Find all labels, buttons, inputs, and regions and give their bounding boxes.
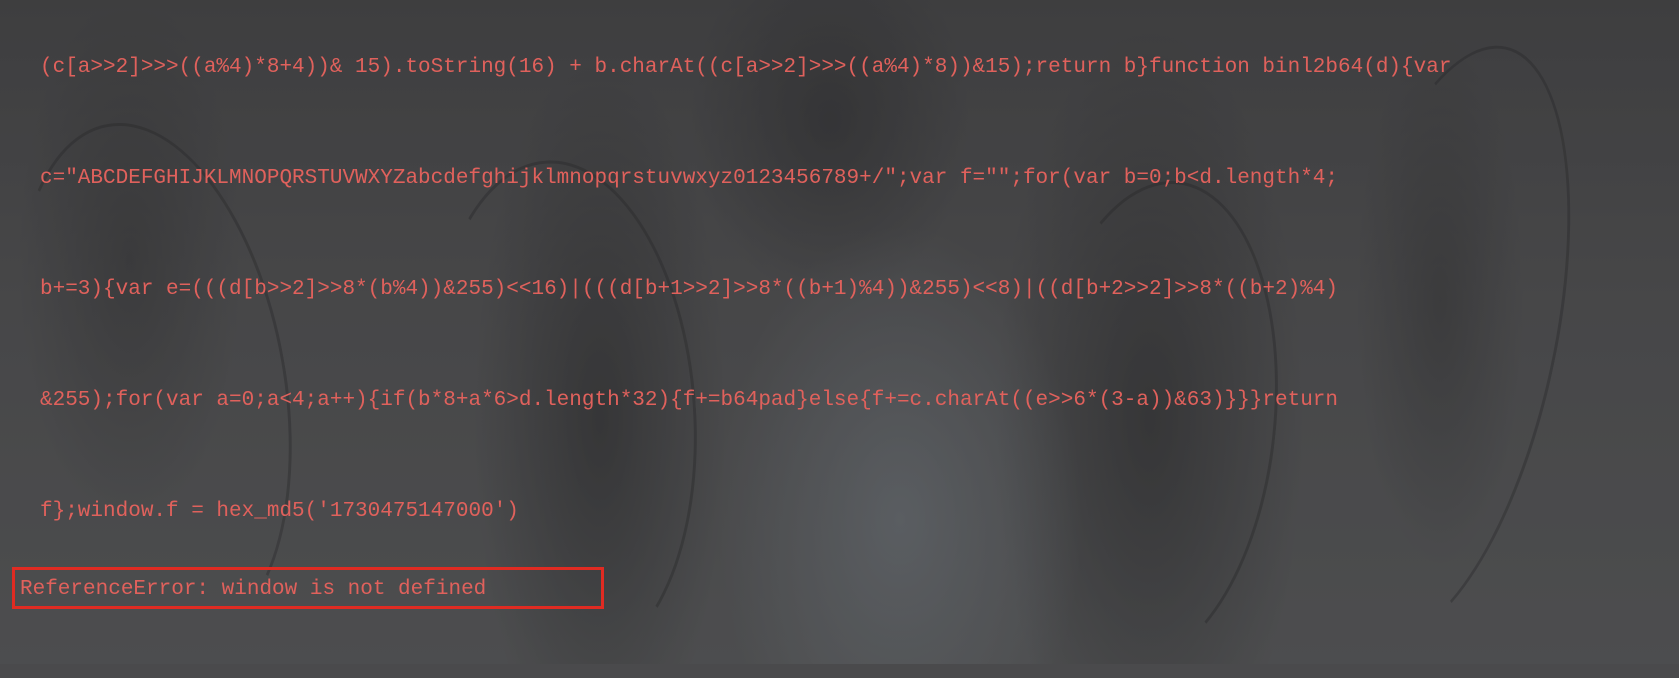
- code-line: b+=3){var e=(((d[b>>2]>>8*(b%4))&255)<<1…: [40, 278, 1339, 301]
- code-line: (c[a>>2]>>>((a%4)*8+4))& 15).toString(16…: [40, 56, 1452, 79]
- error-message: ReferenceError: window is not defined: [20, 578, 487, 601]
- code-line: &255);for(var a=0;a<4;a++){if(b*8+a*6>d.…: [40, 389, 1339, 412]
- console-output: (c[a>>2]>>>((a%4)*8+4))& 15).toString(16…: [40, 0, 1679, 567]
- code-line: c="ABCDEFGHIJKLMNOPQRSTUVWXYZabcdefghijk…: [40, 167, 1339, 190]
- code-line: f};window.f = hex_md5('1730475147000'): [40, 500, 519, 523]
